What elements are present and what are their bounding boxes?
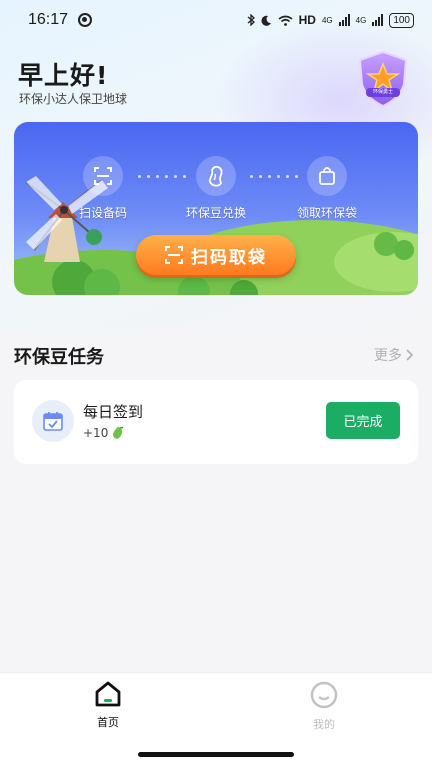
sim1-label: 4G — [321, 15, 333, 25]
badge-text: 环保勇士 — [372, 89, 393, 95]
tasks-section-title: 环保豆任务 — [14, 347, 104, 368]
feature-bean-exchange[interactable]: 环保豆兑换 — [171, 156, 261, 221]
scan-icon — [94, 167, 112, 185]
sim2-label: 4G — [355, 15, 367, 25]
task-completed-button[interactable]: 已完成 — [326, 402, 400, 439]
scan-icon — [165, 246, 183, 264]
network-type: HD — [298, 13, 316, 27]
bean-icon — [208, 165, 223, 187]
bluetooth-icon — [247, 14, 255, 26]
green-bean-icon — [113, 426, 124, 439]
scan-get-bag-button[interactable]: 扫码取袋 — [136, 235, 296, 275]
feature-label: 环保豆兑换 — [185, 206, 246, 220]
sync-icon — [78, 13, 93, 27]
tab-label: 我的 — [313, 718, 335, 731]
tab-label: 首页 — [97, 716, 119, 729]
feature-scan-device[interactable]: 扫设备码 — [58, 156, 148, 221]
battery-indicator: 100 — [389, 12, 414, 28]
status-icons: HD 4G 4G 100 — [247, 12, 414, 28]
home-icon — [95, 681, 121, 707]
home-indicator[interactable] — [138, 752, 294, 757]
feature-label: 扫设备码 — [78, 206, 127, 220]
feature-label: 领取环保袋 — [296, 206, 357, 220]
signal-icon-1 — [338, 14, 350, 26]
chevron-right-icon — [406, 349, 414, 361]
task-reward: +10 — [83, 426, 125, 440]
status-time: 16:17 — [28, 11, 69, 28]
shield-badge-icon — [358, 50, 408, 108]
tab-profile[interactable]: 我的 — [284, 681, 364, 732]
more-link[interactable]: 更多 — [374, 345, 414, 365]
wifi-icon — [278, 15, 293, 26]
tab-home[interactable]: 首页 — [68, 681, 148, 730]
task-icon-wrap — [32, 400, 74, 442]
eco-warrior-badge[interactable]: 环保勇士 — [356, 50, 410, 108]
greeting-subtitle: 环保小达人保卫地球 — [19, 92, 128, 106]
promo-banner: 扫设备码 环保豆兑换 领取环保袋 扫码取袋 — [14, 122, 418, 295]
scan-button-label: 扫码取袋 — [191, 247, 267, 268]
bag-icon — [319, 167, 335, 185]
signal-icon-2 — [372, 14, 384, 26]
profile-icon — [310, 681, 338, 709]
feature-get-bag[interactable]: 领取环保袋 — [282, 156, 372, 221]
calendar-check-icon — [43, 412, 63, 431]
greeting-title: 早上好! — [18, 61, 109, 90]
moon-icon — [261, 15, 271, 26]
status-bar: 16:17 HD 4G 4G 100 — [0, 0, 432, 40]
more-label: 更多 — [374, 348, 402, 364]
task-reward-value: +10 — [83, 426, 109, 440]
task-name: 每日签到 — [83, 403, 144, 421]
task-card-daily-checkin: 每日签到 +10 已完成 — [14, 380, 418, 464]
